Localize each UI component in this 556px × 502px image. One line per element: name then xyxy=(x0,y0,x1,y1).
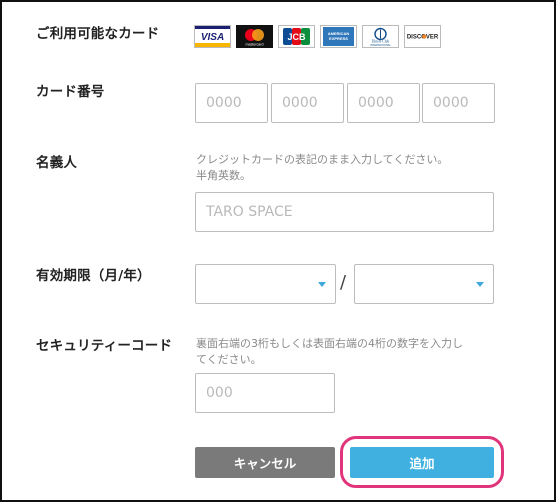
holder-hint: クレジットカードの表記のまま入力してください。 半角英数。 xyxy=(196,152,448,184)
amex-logo: AMERICAN EXPRESS xyxy=(320,25,357,48)
svg-text:JCB: JCB xyxy=(287,32,306,42)
card-number-field-3[interactable] xyxy=(347,83,420,123)
holder-name-field[interactable] xyxy=(195,192,494,232)
svg-text:Diners Club: Diners Club xyxy=(372,40,390,44)
svg-text:mastercard: mastercard xyxy=(246,43,264,47)
jcb-logo: JCB xyxy=(278,25,315,48)
expiry-year-select[interactable] xyxy=(354,264,494,304)
expiry-month-select[interactable] xyxy=(195,264,336,304)
available-cards-label: ご利用可能なカード xyxy=(36,26,160,42)
security-code-label: セキュリティーコード xyxy=(36,338,173,354)
security-code-hint-line-2: てください。 xyxy=(196,353,262,366)
diners-club-logo: Diners Club INTERNATIONAL xyxy=(362,25,399,48)
svg-text:INTERNATIONAL: INTERNATIONAL xyxy=(370,43,391,47)
security-code-field[interactable] xyxy=(195,373,335,413)
chevron-down-icon xyxy=(476,282,484,287)
card-number-label: カード番号 xyxy=(36,84,105,100)
holder-label: 名義人 xyxy=(36,155,78,171)
security-code-hint: 裏面右端の3桁もしくは表面右端の4桁の数字を入力し てください。 xyxy=(196,336,463,368)
svg-text:EXPRESS: EXPRESS xyxy=(329,36,348,41)
svg-text:VISA: VISA xyxy=(201,32,224,43)
card-number-field-4[interactable] xyxy=(422,83,495,123)
holder-hint-line-1: クレジットカードの表記のまま入力してください。 xyxy=(196,153,449,166)
add-button-highlight xyxy=(340,436,504,488)
card-number-field-2[interactable] xyxy=(271,83,344,123)
discover-logo: DISCOVER xyxy=(404,25,441,48)
holder-hint-line-2: 半角英数。 xyxy=(196,169,251,182)
security-code-hint-line-1: 裏面右端の3桁もしくは表面右端の4桁の数字を入力し xyxy=(196,337,463,350)
payment-form-frame xyxy=(0,0,556,502)
mastercard-logo: mastercard xyxy=(236,25,273,48)
cancel-button[interactable]: キャンセル xyxy=(195,447,335,478)
card-number-field-1[interactable] xyxy=(195,83,268,123)
chevron-down-icon xyxy=(318,282,326,287)
expiry-label: 有効期限（月/年） xyxy=(36,268,151,284)
card-logos: VISA mastercard JCB AMERICAN EXPRESS Din… xyxy=(194,25,441,48)
visa-logo: VISA xyxy=(194,25,231,48)
expiry-separator: / xyxy=(340,272,347,293)
